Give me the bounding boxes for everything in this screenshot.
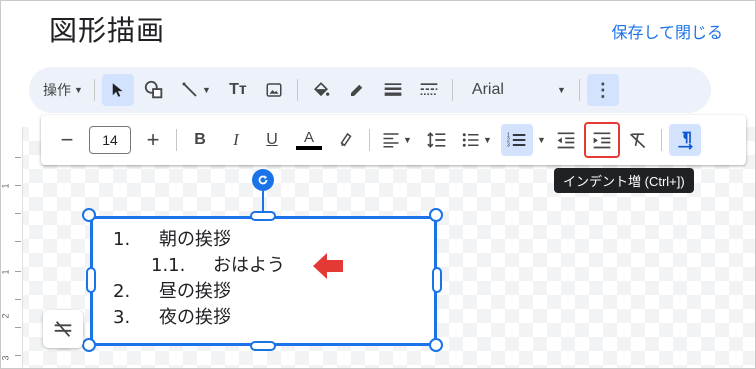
highlight-color-icon[interactable] [330, 124, 362, 156]
caret-down-icon: ▼ [74, 85, 83, 95]
list-number: 2. [113, 281, 131, 302]
caret-down-icon[interactable]: ▼ [537, 135, 546, 145]
list-text: おはよう [213, 255, 285, 276]
hide-format-toolbar-button[interactable] [43, 310, 83, 348]
border-weight-icon[interactable] [377, 74, 409, 106]
font-family-value: Arial [471, 81, 504, 98]
bulleted-list-icon[interactable]: ▼ [457, 124, 497, 156]
caret-down-icon: ▼ [557, 85, 566, 95]
numbered-list-icon[interactable]: 123 [501, 124, 533, 156]
resize-handle-right[interactable] [432, 267, 442, 293]
underline-button[interactable]: U [256, 124, 288, 156]
list-number: 3. [113, 307, 131, 328]
toolbar-divider [451, 79, 453, 101]
decrease-font-size-button[interactable]: − [51, 124, 83, 156]
list-number: 1.1. [151, 255, 186, 276]
resize-handle-top-right[interactable] [429, 208, 443, 222]
svg-text:3: 3 [507, 143, 510, 149]
resize-handle-bottom-right[interactable] [429, 338, 443, 352]
more-options-icon[interactable]: ⋮ [586, 74, 619, 106]
ruler-label: 3 [0, 355, 11, 361]
caret-down-icon: ▼ [483, 135, 492, 145]
toolbar-divider [660, 129, 662, 151]
tooltip: インデント増 (Ctrl+]) [554, 168, 694, 193]
vertical-ruler: 1 1 2 3 [0, 127, 23, 368]
save-and-close-button[interactable]: 保存して閉じる [611, 19, 723, 43]
caret-down-icon: ▼ [201, 85, 211, 95]
ruler-label: 1 [0, 269, 11, 275]
caret-down-icon: ▼ [403, 135, 412, 145]
list-item: 1. 朝の挨拶 [113, 227, 285, 253]
decrease-indent-icon[interactable] [550, 124, 582, 156]
bold-button[interactable]: B [184, 124, 216, 156]
list-item: 3. 夜の挨拶 [113, 305, 285, 331]
toolbar-divider [296, 79, 298, 101]
fill-color-icon[interactable] [305, 74, 337, 106]
line-spacing-icon[interactable] [421, 124, 453, 156]
align-icon[interactable]: ▼ [377, 124, 417, 156]
font-size-input[interactable]: 14 [89, 126, 131, 154]
increase-indent-icon[interactable] [583, 122, 620, 158]
text-box-icon[interactable]: Tт [222, 74, 254, 106]
toolbar-divider [578, 79, 580, 101]
resize-handle-bottom[interactable] [250, 341, 276, 351]
clear-formatting-icon[interactable] [622, 124, 654, 156]
line-icon[interactable]: ▼ [174, 74, 218, 106]
strike-icon [54, 321, 72, 337]
list-item: 1.1. おはよう [113, 253, 285, 279]
select-arrow-icon[interactable] [101, 74, 134, 106]
list-number: 1. [113, 229, 131, 250]
toolbar-divider [176, 129, 177, 151]
drawing-dialog: 1 1 2 3 図形描画 保存して閉じる 操作 ▼ ▼ Tт Arial ▼ ⋮… [0, 0, 756, 369]
resize-handle-bottom-left[interactable] [82, 338, 96, 352]
list-text: 朝の挨拶 [159, 229, 231, 250]
text-color-swatch [296, 146, 322, 150]
font-family-select[interactable]: Arial ▼ [464, 74, 574, 106]
page-title: 図形描画 [49, 14, 166, 47]
text-color-letter: A [303, 129, 314, 146]
text-direction-icon[interactable] [668, 124, 701, 156]
ruler-label: 2 [0, 313, 11, 319]
actions-menu-button[interactable]: 操作 ▼ [39, 74, 87, 106]
rotate-handle[interactable] [252, 169, 274, 191]
toolbar-divider [369, 129, 370, 151]
text-color-button[interactable]: A [292, 124, 326, 156]
list-text: 夜の挨拶 [159, 307, 231, 328]
list-text: 昼の挨拶 [159, 281, 231, 302]
numbered-list[interactable]: 1. 朝の挨拶 1.1. おはよう 2. 昼の挨拶 3. 夜の挨拶 [113, 227, 285, 331]
increase-font-size-button[interactable]: + [137, 124, 169, 156]
shape-icon[interactable] [138, 74, 170, 106]
red-arrow-icon [313, 251, 345, 286]
border-dash-icon[interactable] [413, 74, 445, 106]
resize-handle-top[interactable] [250, 211, 276, 221]
list-item: 2. 昼の挨拶 [113, 279, 285, 305]
italic-button[interactable]: I [220, 124, 252, 156]
main-toolbar: 操作 ▼ ▼ Tт Arial ▼ ⋮ [29, 67, 711, 113]
toolbar-divider [93, 79, 95, 101]
border-color-icon[interactable] [341, 74, 373, 106]
image-icon[interactable] [258, 74, 290, 106]
resize-handle-left[interactable] [86, 267, 96, 293]
actions-label: 操作 [43, 82, 71, 98]
text-format-toolbar: − 14 + B I U A ▼ ▼ 123 ▼ [41, 115, 746, 165]
resize-handle-top-left[interactable] [82, 208, 96, 222]
ruler-label: 1 [0, 183, 11, 189]
